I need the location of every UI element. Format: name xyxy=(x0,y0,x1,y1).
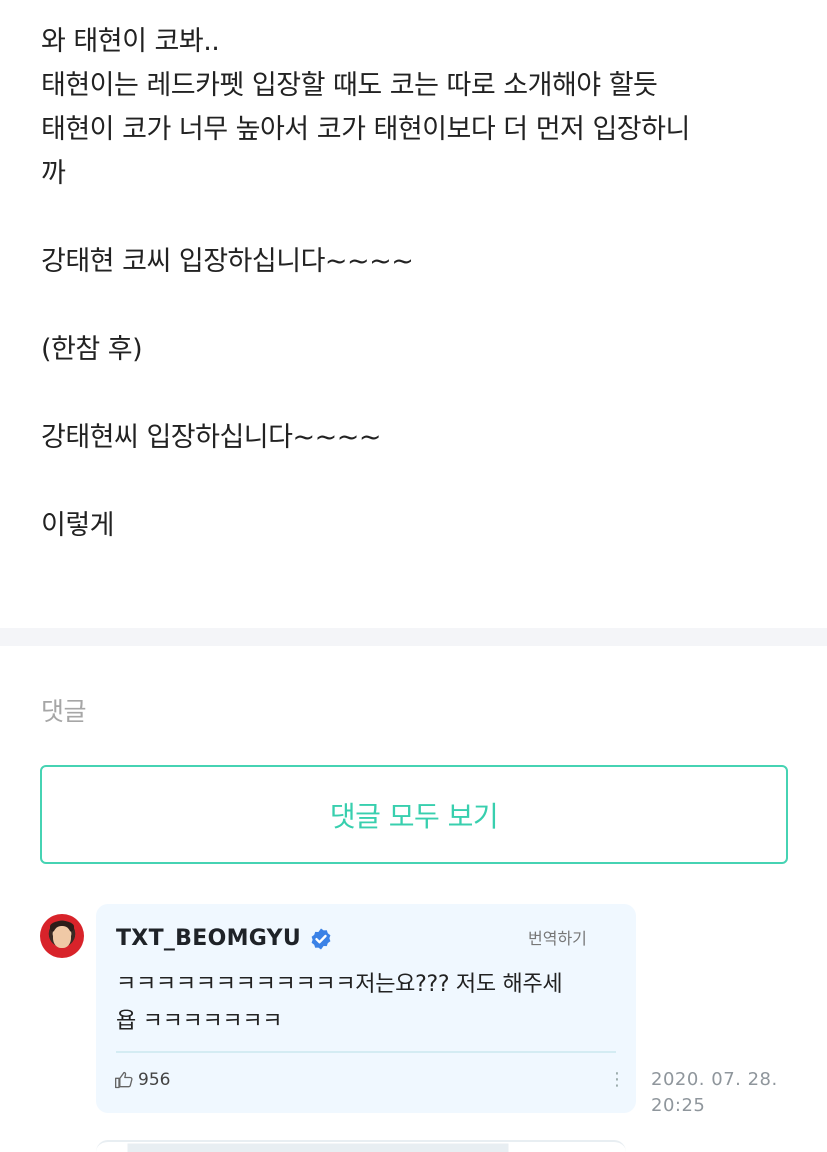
post-line: 강태현씨 입장하십니다~~~~ xyxy=(41,422,381,453)
verified-badge-icon xyxy=(311,928,331,949)
comment-text: ㅋㅋㅋㅋㅋㅋㅋㅋㅋㅋㅋㅋ저는요??? 저도 해주세 욥 ㅋㅋㅋㅋㅋㅋㅋ xyxy=(116,966,616,1040)
section-divider xyxy=(0,628,827,646)
comment-bubble: TXT_BEOMGYU 번역하기 ㅋㅋㅋㅋㅋㅋㅋㅋㅋㅋㅋㅋ저는요??? 저도 해… xyxy=(96,904,636,1113)
comment-divider xyxy=(116,1051,616,1053)
post-line: (한참 후) xyxy=(41,334,143,365)
thumbs-up-icon xyxy=(115,1071,133,1089)
like-button[interactable]: 956 xyxy=(114,1070,170,1090)
post-line: 태현이는 레드카펫 입장할 때도 코는 따로 소개해야 할듯 xyxy=(41,70,658,101)
comment-author-name[interactable]: TXT_BEOMGYU xyxy=(116,926,301,951)
comment-timestamp: 2020. 07. 28. 20:25 xyxy=(651,1067,778,1119)
view-all-comments-button[interactable]: 댓글 모두 보기 xyxy=(40,765,788,864)
comment-time: 20:25 xyxy=(651,1095,706,1116)
post-body: 와 태현이 코봐.. 태현이는 레드카펫 입장할 때도 코는 따로 소개해야 할… xyxy=(41,20,801,548)
post-line: 강태현 코씨 입장하십니다~~~~ xyxy=(41,246,414,277)
post-line: 까 xyxy=(41,158,66,189)
avatar[interactable] xyxy=(40,914,84,958)
comments-section-title: 댓글 xyxy=(41,697,87,726)
more-options-icon[interactable]: ⋮ xyxy=(608,1071,626,1089)
post-line: 태현이 코가 너무 높아서 코가 태현이보다 더 먼저 입장하니 xyxy=(41,114,690,145)
avatar-face xyxy=(53,926,71,948)
comment-author[interactable]: TXT_BEOMGYU xyxy=(116,926,333,951)
comment-text-line: ㅋㅋㅋㅋㅋㅋㅋㅋㅋㅋㅋㅋ저는요??? 저도 해주세 xyxy=(116,972,563,997)
translate-button[interactable]: 번역하기 xyxy=(528,925,587,949)
post-line: 와 태현이 코봐.. xyxy=(41,26,220,57)
next-comment-bubble-edge xyxy=(96,1140,626,1152)
like-count: 956 xyxy=(138,1070,171,1090)
post-line: 이렇게 xyxy=(41,510,115,541)
comment-text-line: 욥 ㅋㅋㅋㅋㅋㅋㅋ xyxy=(116,1009,283,1034)
comment-date: 2020. 07. 28. xyxy=(651,1069,778,1090)
